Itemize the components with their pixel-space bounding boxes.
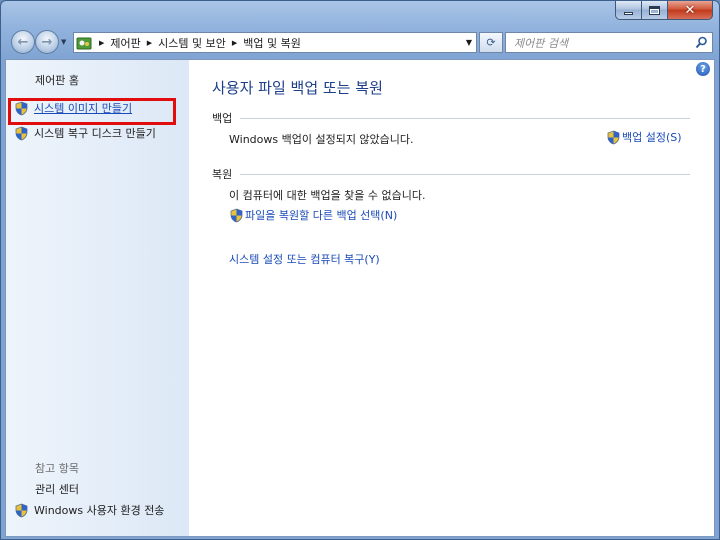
select-another-backup-label: 파일을 복원할 다른 백업 선택(N) bbox=[245, 209, 398, 222]
task-sidebar: 제어판 홈 시스템 이미지 만들기 시스템 복구 디스크 만들기 참고 항목 관… bbox=[6, 60, 189, 536]
breadcrumb-separator-icon[interactable]: ▶ bbox=[232, 39, 237, 47]
control-panel-home-link[interactable]: 제어판 홈 bbox=[35, 72, 79, 88]
recent-pages-dropdown-icon[interactable]: ▼ bbox=[61, 38, 66, 46]
see-also-header: 참고 항목 bbox=[35, 462, 79, 475]
breadcrumb-separator-icon[interactable]: ▶ bbox=[147, 39, 152, 47]
content-area: 제어판 홈 시스템 이미지 만들기 시스템 복구 디스크 만들기 참고 항목 관… bbox=[5, 59, 715, 537]
backup-section-header: 백업 bbox=[212, 110, 690, 126]
set-up-backup-link[interactable]: 백업 설정(S) bbox=[606, 129, 682, 145]
refresh-icon: ⟳ bbox=[486, 36, 496, 49]
back-button[interactable]: ← bbox=[11, 30, 35, 54]
restore-section-header: 복원 bbox=[212, 166, 690, 182]
search-placeholder: 제어판 검색 bbox=[514, 36, 569, 50]
uac-shield-icon bbox=[15, 503, 28, 517]
breadcrumb-backup-restore[interactable]: 백업 및 복원 bbox=[243, 35, 301, 51]
set-up-backup-label: 백업 설정(S) bbox=[622, 131, 682, 144]
restore-status-text: 이 컴퓨터에 대한 백업을 찾을 수 없습니다. bbox=[229, 189, 426, 202]
backup-restore-window: ✕ ← → ▼ ▶ 제어판 ▶ 시스템 및 보안 ▶ 백업 및 복원 ▼ ⟳ 제… bbox=[0, 0, 720, 540]
breadcrumb-control-panel[interactable]: 제어판 bbox=[110, 35, 140, 51]
minimize-button[interactable] bbox=[615, 1, 642, 20]
address-dropdown-icon[interactable]: ▼ bbox=[466, 38, 472, 47]
close-icon: ✕ bbox=[684, 2, 696, 18]
address-bar[interactable]: ▶ 제어판 ▶ 시스템 및 보안 ▶ 백업 및 복원 ▼ bbox=[73, 32, 477, 53]
search-icon[interactable] bbox=[695, 36, 708, 49]
section-divider bbox=[240, 173, 690, 175]
control-panel-icon bbox=[76, 37, 92, 49]
maximize-button[interactable] bbox=[642, 1, 668, 20]
uac-shield-icon bbox=[230, 208, 243, 222]
easy-transfer-label: Windows 사용자 환경 전송 bbox=[34, 504, 165, 517]
main-panel: ? 사용자 파일 백업 또는 복원 백업 Windows 백업이 설정되지 않았… bbox=[189, 60, 714, 536]
forward-button[interactable]: → bbox=[35, 30, 59, 54]
create-recovery-disc-label: 시스템 복구 디스크 만들기 bbox=[34, 127, 156, 140]
backup-header-label: 백업 bbox=[212, 112, 233, 125]
select-another-backup-link[interactable]: 파일을 복원할 다른 백업 선택(N) bbox=[229, 207, 397, 223]
backup-status-text: Windows 백업이 설정되지 않았습니다. bbox=[229, 133, 414, 146]
create-recovery-disc-link[interactable]: 시스템 복구 디스크 만들기 bbox=[14, 125, 156, 141]
breadcrumb-system-security[interactable]: 시스템 및 보안 bbox=[158, 35, 226, 51]
uac-shield-icon bbox=[607, 130, 620, 144]
search-input[interactable]: 제어판 검색 bbox=[505, 32, 713, 53]
minimize-icon bbox=[624, 11, 633, 15]
section-divider bbox=[240, 117, 690, 119]
refresh-button[interactable]: ⟳ bbox=[479, 32, 503, 53]
caption-buttons: ✕ bbox=[615, 1, 713, 21]
page-title: 사용자 파일 백업 또는 복원 bbox=[212, 79, 383, 97]
back-arrow-icon: ← bbox=[17, 34, 29, 50]
easy-transfer-link[interactable]: Windows 사용자 환경 전송 bbox=[14, 502, 164, 518]
maximize-icon bbox=[649, 5, 660, 15]
highlight-box bbox=[8, 98, 176, 125]
recover-system-link[interactable]: 시스템 설정 또는 컴퓨터 복구(Y) bbox=[229, 251, 380, 267]
close-button[interactable]: ✕ bbox=[668, 1, 713, 20]
help-icon[interactable]: ? bbox=[696, 62, 710, 76]
navigation-bar: ← → ▼ ▶ 제어판 ▶ 시스템 및 보안 ▶ 백업 및 복원 ▼ ⟳ 제어판… bbox=[9, 30, 713, 56]
restore-header-label: 복원 bbox=[212, 168, 233, 181]
breadcrumb-separator-icon[interactable]: ▶ bbox=[99, 39, 104, 47]
forward-arrow-icon: → bbox=[41, 34, 53, 50]
action-center-link[interactable]: 관리 센터 bbox=[35, 481, 79, 497]
uac-shield-icon bbox=[15, 126, 28, 140]
